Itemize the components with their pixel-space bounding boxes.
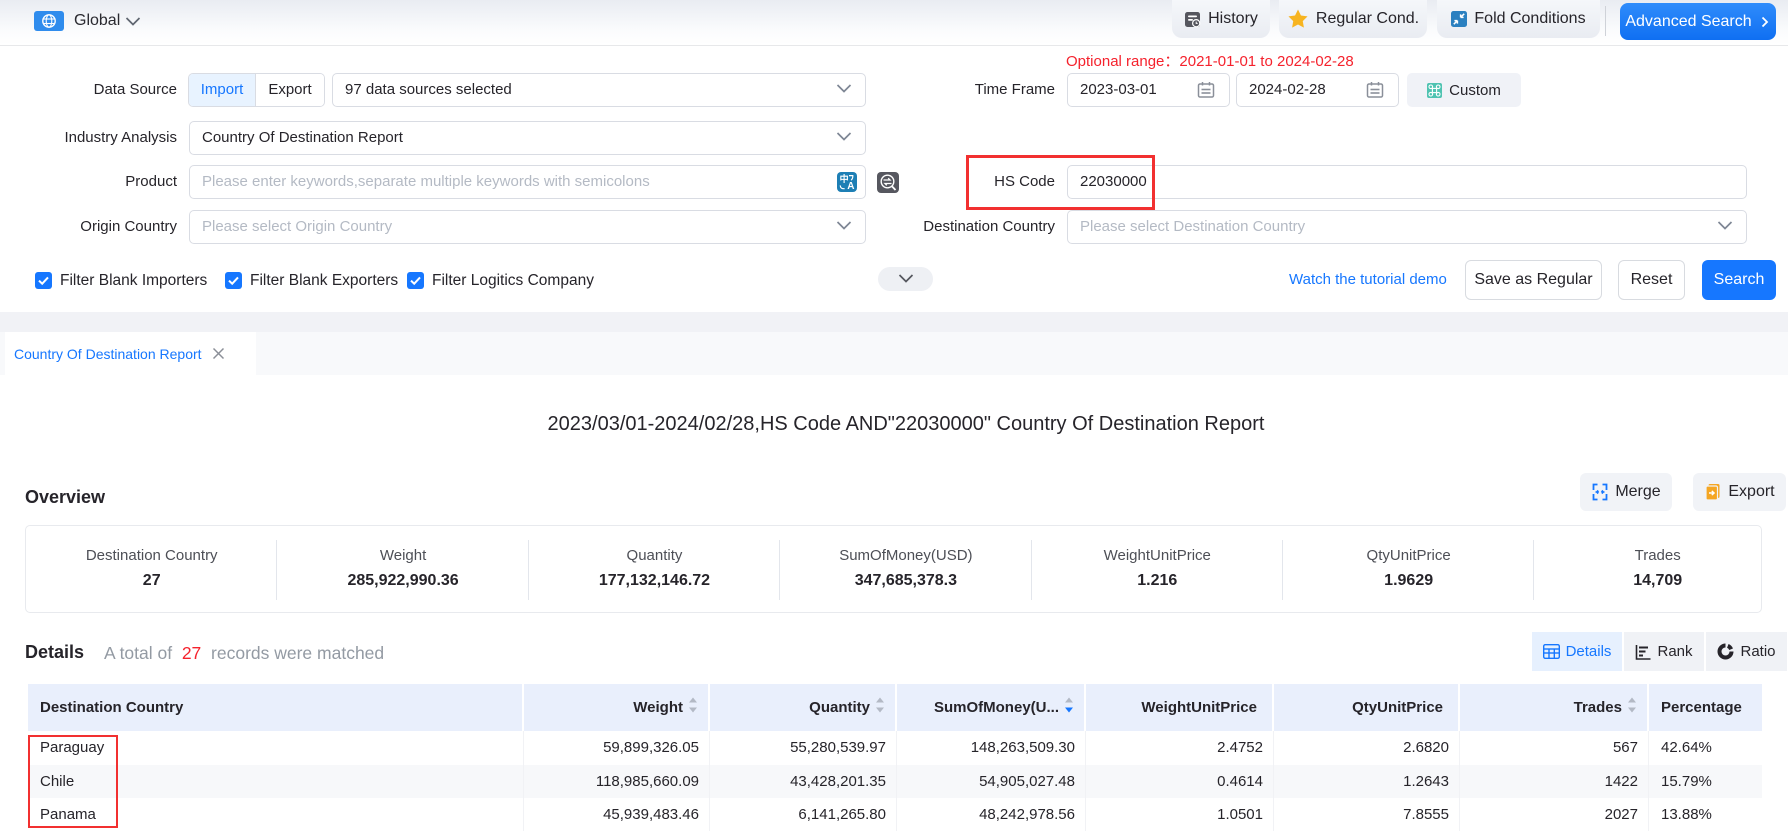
svg-text:A: A	[847, 181, 854, 192]
